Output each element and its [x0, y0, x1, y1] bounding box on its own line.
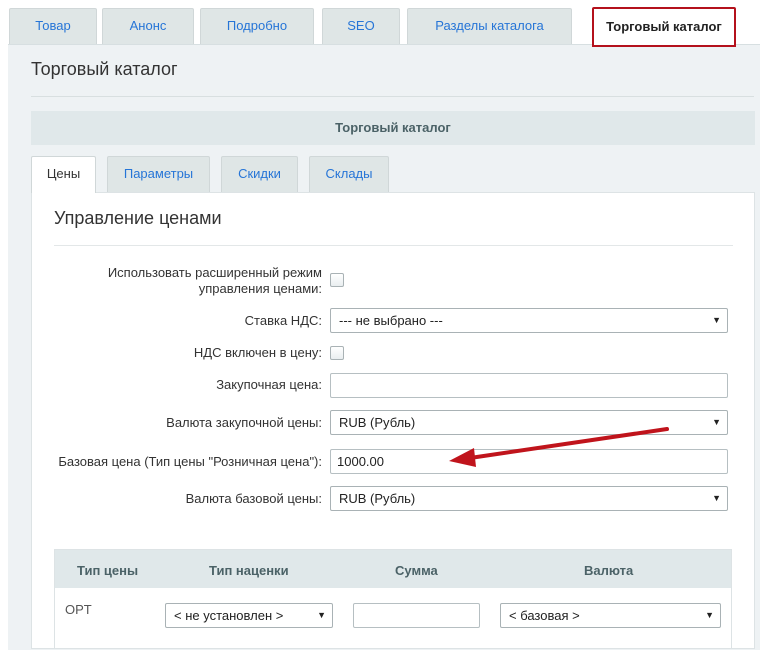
chevron-down-icon: ▼ [705, 610, 714, 620]
tab-details[interactable]: Подробно [200, 8, 314, 44]
subtab-discounts[interactable]: Скидки [221, 156, 298, 192]
column-header-amount: Сумма [395, 563, 438, 578]
purchase-price-input[interactable] [330, 373, 728, 398]
tab-announce[interactable]: Анонс [102, 8, 194, 44]
tab-seo[interactable]: SEO [322, 8, 400, 44]
column-header-price-type: Тип цены [77, 563, 139, 578]
extended-mode-label-line2: управления ценами: [198, 281, 322, 296]
vat-included-label: НДС включен в цену: [193, 345, 322, 360]
chevron-down-icon: ▼ [712, 315, 721, 325]
tab-trade-catalog[interactable]: Торговый каталог [592, 7, 736, 47]
extended-mode-label: Использовать расширенный режим управлени… [108, 265, 322, 297]
markup-type-value: < не установлен > [174, 608, 284, 623]
subtab-parameters[interactable]: Параметры [107, 156, 210, 192]
base-price-label: Базовая цена (Тип цены "Розничная цена")… [58, 454, 322, 469]
purchase-currency-value: RUB (Рубль) [339, 415, 416, 430]
chevron-down-icon: ▼ [317, 610, 326, 620]
chevron-down-icon: ▼ [712, 493, 721, 503]
row-currency-select[interactable]: < базовая > ▼ [500, 603, 721, 628]
base-currency-value: RUB (Рубль) [339, 491, 416, 506]
row-currency-value: < базовая > [509, 608, 580, 623]
divider [54, 245, 733, 246]
base-currency-label: Валюта базовой цены: [185, 491, 322, 506]
subtab-warehouses[interactable]: Склады [309, 156, 389, 192]
amount-input[interactable] [353, 603, 480, 628]
purchase-currency-label: Валюта закупочной цены: [166, 415, 322, 430]
vat-rate-label: Ставка НДС: [244, 313, 322, 328]
row-price-type: OPT [65, 602, 92, 617]
panel-title: Торговый каталог [31, 59, 178, 79]
extended-mode-checkbox[interactable] [330, 273, 344, 287]
base-price-input[interactable]: 1000.00 [330, 449, 728, 474]
markup-type-select[interactable]: < не установлен > ▼ [165, 603, 333, 628]
section-title: Управление ценами [54, 208, 222, 228]
vat-included-checkbox[interactable] [330, 346, 344, 360]
section-header: Торговый каталог [31, 111, 755, 145]
purchase-currency-select[interactable]: RUB (Рубль) ▼ [330, 410, 728, 435]
chevron-down-icon: ▼ [712, 417, 721, 427]
vat-rate-select[interactable]: --- не выбрано --- ▼ [330, 308, 728, 333]
extended-mode-label-line1: Использовать расширенный режим [107, 265, 322, 280]
tab-product[interactable]: Товар [9, 8, 97, 44]
column-header-markup-type: Тип наценки [209, 563, 289, 578]
subtab-prices[interactable]: Цены [31, 156, 96, 193]
vat-rate-value: --- не выбрано --- [339, 313, 443, 328]
divider [31, 96, 754, 97]
column-header-currency: Валюта [584, 563, 634, 578]
base-currency-select[interactable]: RUB (Рубль) ▼ [330, 486, 728, 511]
purchase-price-label: Закупочная цена: [216, 377, 322, 392]
tab-catalog-sections[interactable]: Разделы каталога [407, 8, 572, 44]
